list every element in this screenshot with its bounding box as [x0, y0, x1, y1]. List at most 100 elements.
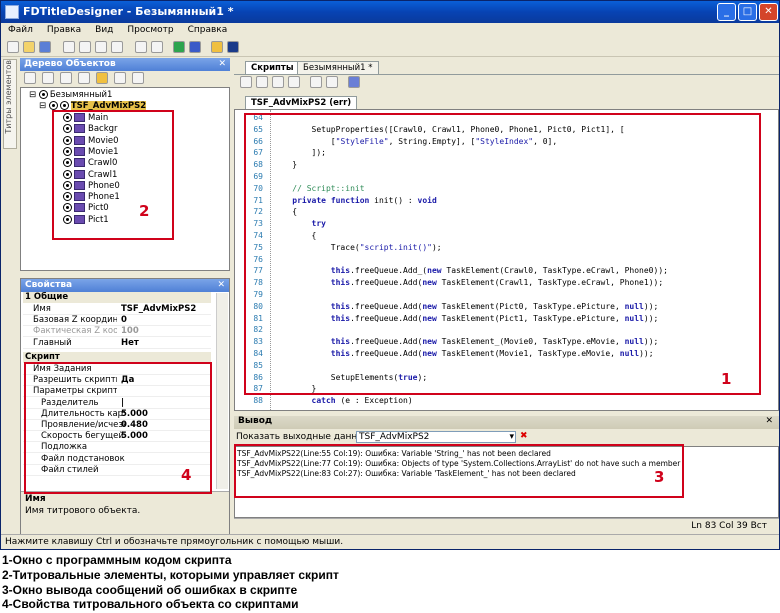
move-down-icon[interactable] [42, 72, 54, 84]
play-icon[interactable] [173, 41, 185, 53]
menu-help[interactable]: Справка [181, 23, 235, 37]
property-row[interactable]: Фактическая Z коорди 100 [23, 326, 211, 338]
copy-icon[interactable] [79, 41, 91, 53]
tree-node-label: Безымянный1 [49, 90, 113, 100]
menu-edit[interactable]: Правка [40, 23, 88, 37]
redo-icon[interactable] [151, 41, 163, 53]
code-line[interactable]: catch (e : Exception) [273, 395, 773, 406]
lock-icon[interactable] [59, 101, 69, 110]
minimize-button[interactable]: _ [717, 3, 736, 21]
tree-panel-header: Дерево Объектов ✕ [20, 58, 230, 71]
tab-script-file[interactable]: TSF_AdvMixPS2 (err) [245, 96, 358, 109]
maximize-button[interactable]: □ [738, 3, 757, 21]
clear-output-icon[interactable]: ✖ [520, 431, 528, 441]
callout-label-2: 2 [139, 202, 150, 220]
visibility-icon[interactable] [38, 90, 48, 99]
legend-line-3: 3-Окно вывода сообщений об ошибках в скр… [2, 583, 298, 597]
stop-icon[interactable] [189, 41, 201, 53]
output-header: Вывод ✕ [234, 416, 779, 429]
callout-box-output [234, 444, 684, 498]
callout-label-4: 4 [181, 466, 192, 484]
property-row[interactable]: Базовая Z координата 0 [23, 315, 211, 327]
undo-icon[interactable] [310, 76, 322, 88]
move-up-icon[interactable] [24, 72, 36, 84]
tree-toolbar [20, 71, 230, 87]
property-value[interactable]: 100 [121, 326, 139, 337]
side-tab[interactable]: Титры элементов [3, 59, 17, 149]
legend-line-2: 2-Титровальные элементы, которыми управл… [2, 568, 339, 582]
property-name: Главный [33, 337, 72, 348]
menu-file[interactable]: Файл [1, 23, 40, 37]
app-icon [5, 5, 19, 19]
callout-label-1: 1 [721, 370, 732, 388]
prop-group-general[interactable]: 1 Общие [23, 292, 211, 303]
editor-toolbar [234, 74, 779, 91]
layer-icon[interactable] [60, 72, 72, 84]
tree-node-root[interactable]: ⊟ Безымянный1 [29, 90, 112, 101]
new-icon[interactable] [7, 41, 19, 53]
preview-icon[interactable] [227, 41, 239, 53]
cut-icon[interactable] [63, 41, 75, 53]
redo-icon[interactable] [326, 76, 338, 88]
compile-icon[interactable] [348, 76, 360, 88]
properties-header: Свойства ✕ [21, 279, 229, 292]
legend-line-1: 1-Окно с программным кодом скрипта [2, 553, 232, 567]
delete-icon[interactable] [288, 76, 300, 88]
paste-icon[interactable] [272, 76, 284, 88]
property-name: Имя [33, 304, 51, 314]
delete-icon[interactable] [111, 41, 123, 53]
properties-scrollbar[interactable] [216, 293, 228, 489]
legend-line-4: 4-Свойства титровального объекта со скри… [2, 597, 299, 611]
cut-icon[interactable] [240, 76, 252, 88]
paste-icon[interactable] [95, 41, 107, 53]
tree-panel-title: Дерево Объектов [24, 59, 116, 69]
layer-down-icon[interactable] [78, 72, 90, 84]
side-tab-label: Титры элементов [4, 60, 13, 134]
tab-scripts[interactable]: Скрипты [245, 61, 300, 74]
property-value[interactable]: TSF_AdvMixPS2 [121, 304, 196, 315]
callout-label-3: 3 [654, 468, 665, 486]
window-title: FDTitleDesigner - Безымянный1 * [23, 5, 234, 18]
folder-icon[interactable] [96, 72, 108, 84]
copy-element-icon[interactable] [132, 72, 144, 84]
open-icon[interactable] [23, 41, 35, 53]
status-bar: Нажмите клавишу Ctrl и обозначьте прямоу… [1, 534, 779, 549]
cursor-position: Ln 83 Col 39 Вст [691, 521, 767, 531]
property-value[interactable]: Нет [121, 338, 139, 349]
element-icon[interactable] [114, 72, 126, 84]
chevron-down-icon: ▾ [509, 432, 514, 442]
property-name: Базовая Z координата [33, 315, 117, 326]
output-source-value: TSF_AdvMixPS2 [359, 432, 430, 442]
output-close-icon[interactable]: ✕ [765, 416, 773, 426]
tab-document[interactable]: Безымянный1 * [297, 61, 379, 74]
callout-box-elements [52, 110, 174, 240]
grid-icon[interactable] [211, 41, 223, 53]
title-bar: FDTitleDesigner - Безымянный1 * _ □ ✕ [1, 1, 779, 23]
prop-group-label: 1 Общие [25, 292, 69, 302]
visibility-icon[interactable] [48, 101, 58, 110]
property-name: Фактическая Z коорди [33, 326, 117, 337]
description-title: Имя [25, 494, 46, 504]
panel-close-icon[interactable]: ✕ [217, 279, 225, 292]
undo-icon[interactable] [135, 41, 147, 53]
status-hint: Нажмите клавишу Ctrl и обозначьте прямоу… [5, 537, 344, 547]
menu-view[interactable]: Вид [88, 23, 120, 37]
description-text: Имя титрового объекта. [25, 506, 141, 516]
panel-close-icon[interactable]: ✕ [218, 58, 226, 71]
property-row[interactable]: Главный Нет [23, 338, 211, 349]
copy-icon[interactable] [256, 76, 268, 88]
save-icon[interactable] [39, 41, 51, 53]
output-toolbar: Показать выходные данные от: TSF_AdvMixP… [234, 430, 779, 445]
callout-box-code [244, 113, 761, 395]
property-row[interactable]: Имя TSF_AdvMixPS2 [23, 304, 211, 315]
properties-title: Свойства [25, 280, 73, 290]
output-title: Вывод [238, 416, 273, 426]
line-number: 88 [253, 396, 263, 406]
main-toolbar [1, 40, 779, 57]
property-value[interactable]: 0 [121, 315, 127, 326]
output-source-select[interactable]: TSF_AdvMixPS2 ▾ [356, 431, 516, 443]
menu-preview[interactable]: Просмотр [120, 23, 180, 37]
editor-statusbar: Ln 83 Col 39 Вст [234, 518, 779, 532]
close-button[interactable]: ✕ [759, 3, 778, 21]
menu-bar: Файл Правка Вид Просмотр Справка [1, 23, 779, 40]
